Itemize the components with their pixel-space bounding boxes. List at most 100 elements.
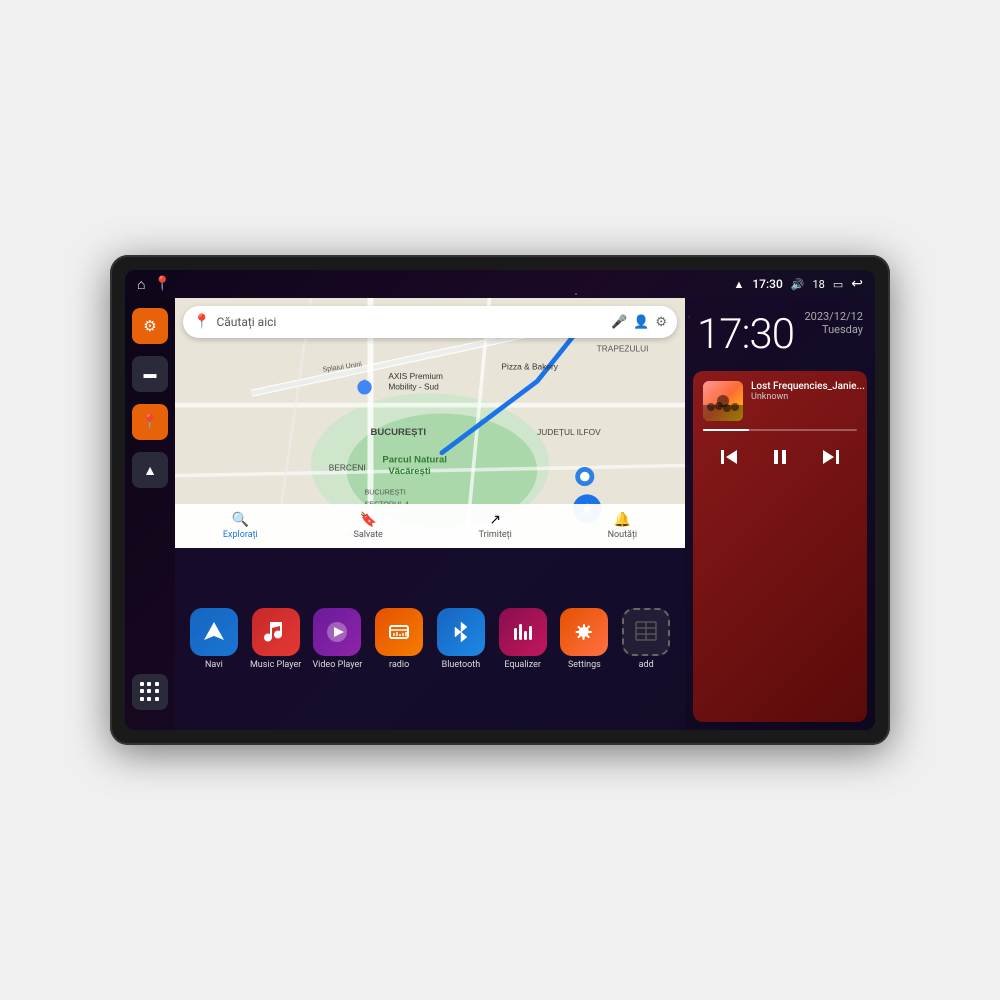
main-content: ⚙ ▬ 📍 ▲ bbox=[125, 298, 875, 730]
clock-time: 17:30 bbox=[697, 310, 794, 359]
location-icon: 📍 bbox=[141, 414, 158, 430]
send-icon: ↗ bbox=[489, 512, 501, 528]
folder-icon: ▬ bbox=[144, 366, 157, 382]
map-nav-send[interactable]: ↗ Trimiteți bbox=[479, 512, 512, 540]
news-icon: 🔔 bbox=[614, 512, 631, 528]
music-icon-bg bbox=[252, 608, 300, 656]
device: ⌂ 📍 ▲ 17:30 🔊 18 ▭ ↩ ⚙ ▬ bbox=[110, 255, 890, 745]
battery-icon: ▭ bbox=[833, 278, 843, 291]
app-video-player[interactable]: Video Player bbox=[307, 608, 367, 670]
home-icon[interactable]: ⌂ bbox=[137, 276, 145, 293]
svg-text:BERCENI: BERCENI bbox=[329, 463, 366, 473]
status-left: ⌂ 📍 bbox=[137, 276, 171, 293]
app-bluetooth[interactable]: Bluetooth bbox=[431, 608, 491, 670]
add-label: add bbox=[639, 660, 654, 670]
video-player-label: Video Player bbox=[312, 660, 362, 670]
map-nav-saved[interactable]: 🔖 Salvate bbox=[354, 512, 383, 540]
map-nav-news[interactable]: 🔔 Noutăți bbox=[608, 512, 638, 540]
app-dock: Navi Music Player bbox=[175, 548, 685, 730]
clock-date-day: Tuesday bbox=[804, 323, 863, 336]
google-maps-icon: 📍 bbox=[193, 314, 210, 330]
status-time: 17:30 bbox=[752, 277, 782, 291]
music-info: Lost Frequencies_Janie... Unknown bbox=[751, 381, 865, 402]
app-navi[interactable]: Navi bbox=[184, 608, 244, 670]
sidebar-folder[interactable]: ▬ bbox=[132, 356, 168, 392]
svg-text:JUDEȚUL ILFOV: JUDEȚUL ILFOV bbox=[537, 427, 601, 437]
svg-text:Văcărești: Văcărești bbox=[388, 466, 430, 477]
map-search-text[interactable]: Căutați aici bbox=[216, 315, 605, 329]
wifi-icon: ▲ bbox=[733, 278, 744, 291]
navi-icon-bg bbox=[190, 608, 238, 656]
sidebar-location[interactable]: 📍 bbox=[132, 404, 168, 440]
mic-icon[interactable]: 🎤 bbox=[611, 315, 627, 330]
bluetooth-icon-bg bbox=[437, 608, 485, 656]
music-progress[interactable] bbox=[703, 429, 857, 431]
explore-label: Explorați bbox=[223, 530, 258, 540]
clock-date: 2023/12/12 Tuesday bbox=[804, 310, 863, 336]
settings-icon: ⚙ bbox=[143, 317, 156, 335]
back-icon[interactable]: ↩ bbox=[851, 276, 863, 292]
nav-icon: ▲ bbox=[143, 462, 157, 479]
sidebar-nav[interactable]: ▲ bbox=[132, 452, 168, 488]
music-widget[interactable]: Lost Frequencies_Janie... Unknown bbox=[693, 371, 867, 722]
map-search-bar[interactable]: 📍 Căutați aici 🎤 👤 ⚙ bbox=[183, 306, 677, 338]
saved-icon: 🔖 bbox=[359, 512, 376, 528]
sidebar-settings[interactable]: ⚙ bbox=[132, 308, 168, 344]
music-title: Lost Frequencies_Janie... bbox=[751, 381, 865, 392]
saved-label: Salvate bbox=[354, 530, 383, 540]
music-track-info: Lost Frequencies_Janie... Unknown bbox=[703, 381, 857, 421]
maps-icon[interactable]: 📍 bbox=[153, 276, 170, 292]
status-right: ▲ 17:30 🔊 18 ▭ ↩ bbox=[733, 276, 863, 292]
menu-icon[interactable]: ⚙ bbox=[655, 315, 667, 330]
right-panel: 17:30 2023/12/12 Tuesday bbox=[685, 298, 875, 730]
music-player-label: Music Player bbox=[250, 660, 301, 670]
next-button[interactable] bbox=[813, 439, 849, 475]
sidebar-bottom bbox=[132, 674, 168, 720]
news-label: Noutăți bbox=[608, 530, 638, 540]
clock-section: 17:30 2023/12/12 Tuesday bbox=[685, 298, 875, 371]
svg-text:TRAPEZULUI: TRAPEZULUI bbox=[597, 344, 649, 354]
svg-text:Mobility - Sud: Mobility - Sud bbox=[388, 382, 439, 392]
music-controls bbox=[703, 439, 857, 475]
status-bar: ⌂ 📍 ▲ 17:30 🔊 18 ▭ ↩ bbox=[125, 270, 875, 298]
add-icon-bg bbox=[622, 608, 670, 656]
battery-level: 18 bbox=[812, 278, 824, 291]
svg-text:Parcul Natural: Parcul Natural bbox=[382, 454, 447, 465]
radio-icon-bg bbox=[375, 608, 423, 656]
map-container[interactable]: ★ AXIS Premium Mobility - Sud Pizza & Ba… bbox=[175, 298, 685, 548]
settings-label: Settings bbox=[568, 660, 601, 670]
sidebar: ⚙ ▬ 📍 ▲ bbox=[125, 298, 175, 730]
music-artist: Unknown bbox=[751, 392, 865, 402]
equalizer-icon-bg bbox=[499, 608, 547, 656]
volume-icon: 🔊 bbox=[791, 278, 805, 291]
video-icon-bg bbox=[313, 608, 361, 656]
send-label: Trimiteți bbox=[479, 530, 512, 540]
center-content: ★ AXIS Premium Mobility - Sud Pizza & Ba… bbox=[175, 298, 685, 730]
app-radio[interactable]: radio bbox=[369, 608, 429, 670]
music-album-art bbox=[703, 381, 743, 421]
explore-icon: 🔍 bbox=[232, 512, 249, 528]
equalizer-label: Equalizer bbox=[504, 660, 541, 670]
map-bottom-nav: 🔍 Explorați 🔖 Salvate ↗ Trimiteți 🔔 bbox=[175, 504, 685, 548]
pause-button[interactable] bbox=[762, 439, 798, 475]
radio-label: radio bbox=[389, 660, 409, 670]
app-equalizer[interactable]: Equalizer bbox=[493, 608, 553, 670]
app-settings[interactable]: Settings bbox=[554, 608, 614, 670]
map-nav-explore[interactable]: 🔍 Explorați bbox=[223, 512, 258, 540]
svg-text:BUCUREȘTI: BUCUREȘTI bbox=[370, 427, 426, 438]
screen: ⌂ 📍 ▲ 17:30 🔊 18 ▭ ↩ ⚙ ▬ bbox=[125, 270, 875, 730]
music-progress-fill bbox=[703, 429, 749, 431]
sidebar-grid[interactable] bbox=[132, 674, 168, 710]
app-music-player[interactable]: Music Player bbox=[246, 608, 306, 670]
svg-text:BUCUREȘTI: BUCUREȘTI bbox=[365, 488, 406, 496]
app-add[interactable]: add bbox=[616, 608, 676, 670]
prev-button[interactable] bbox=[711, 439, 747, 475]
account-icon[interactable]: 👤 bbox=[633, 315, 649, 330]
grid-icon bbox=[140, 682, 160, 702]
bluetooth-label: Bluetooth bbox=[442, 660, 481, 670]
svg-text:Pizza & Bakery: Pizza & Bakery bbox=[501, 361, 558, 371]
settings-icon-bg bbox=[560, 608, 608, 656]
navi-label: Navi bbox=[205, 660, 223, 670]
clock-date-main: 2023/12/12 bbox=[804, 310, 863, 323]
svg-text:AXIS Premium: AXIS Premium bbox=[388, 371, 443, 381]
